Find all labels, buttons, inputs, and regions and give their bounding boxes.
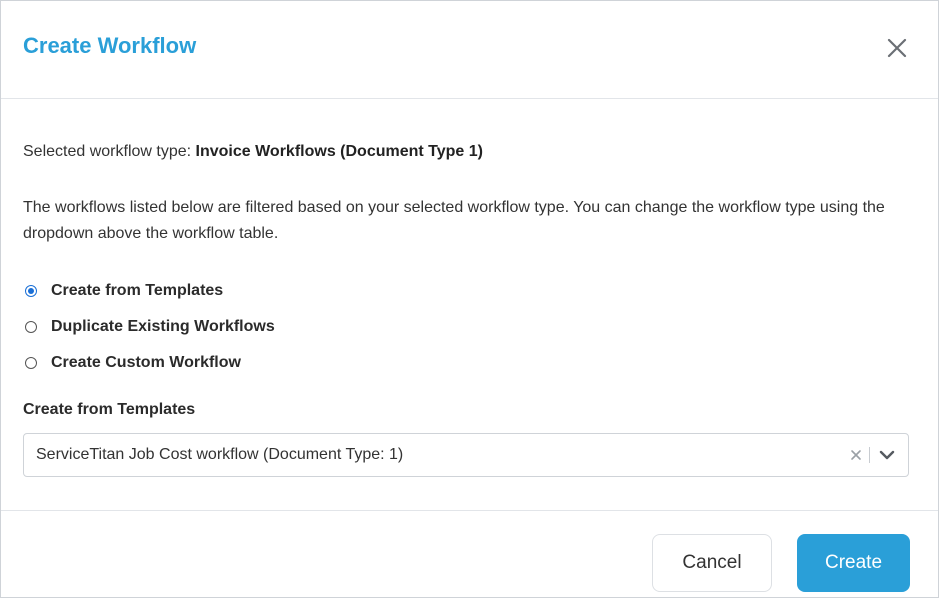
chevron-down-icon[interactable]	[876, 444, 898, 466]
modal-header: Create Workflow	[1, 1, 938, 99]
modal-title: Create Workflow	[23, 33, 197, 58]
workflow-option-group: Create from Templates Duplicate Existing…	[23, 273, 275, 381]
cancel-button[interactable]: Cancel	[652, 534, 772, 592]
template-select-value: ServiceTitan Job Cost workflow (Document…	[36, 446, 404, 463]
close-button[interactable]	[884, 35, 910, 61]
selected-type-value: Invoice Workflows (Document Type 1)	[195, 143, 483, 160]
radio-create-from-templates[interactable]: Create from Templates	[23, 273, 275, 309]
radio-label: Create from Templates	[51, 282, 224, 299]
create-workflow-modal: Create Workflow Selected workflow type: …	[0, 0, 939, 598]
radio-label: Duplicate Existing Workflows	[51, 318, 275, 335]
selected-workflow-type: Selected workflow type: Invoice Workflow…	[23, 143, 483, 161]
radio-button[interactable]	[25, 321, 37, 333]
template-select[interactable]: ServiceTitan Job Cost workflow (Document…	[23, 433, 909, 477]
radio-create-custom[interactable]: Create Custom Workflow	[23, 345, 275, 381]
description-text: The workflows listed below are filtered …	[23, 199, 885, 242]
selected-type-prefix: Selected workflow type:	[23, 143, 196, 160]
select-separator	[869, 447, 870, 463]
radio-duplicate-existing[interactable]: Duplicate Existing Workflows	[23, 309, 275, 345]
modal-footer: Cancel Create	[1, 510, 938, 598]
template-select-label: Create from Templates	[23, 401, 196, 418]
create-button[interactable]: Create	[797, 534, 910, 592]
radio-label: Create Custom Workflow	[51, 354, 241, 371]
clear-icon[interactable]	[849, 448, 863, 462]
radio-button[interactable]	[25, 357, 37, 369]
radio-button[interactable]	[25, 285, 37, 297]
close-icon	[887, 38, 907, 58]
